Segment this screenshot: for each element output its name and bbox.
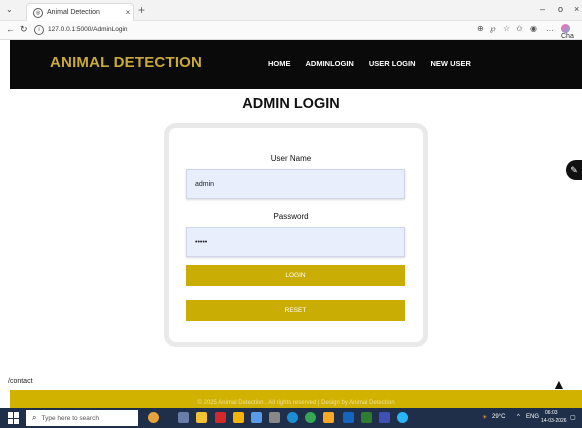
- taskbar-search-placeholder: Type here to search: [41, 414, 99, 422]
- status-bar-url: /contact: [8, 378, 33, 385]
- windows-start-icon[interactable]: [8, 412, 20, 424]
- favorites-bar-icon[interactable]: ✩: [516, 24, 523, 33]
- avatar: [561, 24, 570, 33]
- favorite-icon[interactable]: ☆: [503, 24, 510, 33]
- password-field[interactable]: •••••: [186, 227, 405, 257]
- tab-close-icon[interactable]: ×: [123, 8, 133, 17]
- info-icon[interactable]: i: [34, 24, 44, 35]
- main-nav: HOME ADMINLOGIN USER LOGIN NEW USER: [268, 59, 486, 68]
- settings-icon[interactable]: [269, 412, 280, 423]
- reader-icon[interactable]: ⊕: [477, 24, 484, 33]
- browser-tab[interactable]: ◎ Animal Detection ×: [26, 3, 134, 21]
- more-icon[interactable]: …: [546, 24, 554, 33]
- clock-date[interactable]: 14-03-2026: [541, 418, 567, 424]
- clock-time[interactable]: 06:03: [545, 410, 558, 416]
- language-label[interactable]: ENG: [526, 414, 539, 420]
- page-title: ADMIN LOGIN: [242, 96, 340, 112]
- profile-button[interactable]: Cha: [561, 24, 582, 40]
- back-icon[interactable]: ←: [6, 24, 15, 34]
- reset-button[interactable]: RESET: [186, 300, 405, 321]
- login-button[interactable]: LOGIN: [186, 265, 405, 286]
- browser-tab-bar: ⌄ ◎ Animal Detection × + – o ×: [0, 0, 582, 21]
- taskbar-search[interactable]: ⌕ Type here to search: [26, 410, 138, 426]
- weather-widget-icon[interactable]: [148, 412, 159, 423]
- search-icon: ⌕: [32, 413, 37, 422]
- extension-icon[interactable]: ◉: [530, 24, 537, 33]
- app-icon[interactable]: [379, 412, 390, 423]
- temperature-label: 29°C: [492, 414, 506, 420]
- profile-label: Cha: [561, 33, 574, 40]
- file-explorer-icon[interactable]: [196, 412, 207, 423]
- url-field[interactable]: i 127.0.0.1:5000/AdminLogin: [34, 23, 414, 36]
- nav-user-login[interactable]: USER LOGIN: [369, 59, 416, 68]
- notification-icon[interactable]: ▢: [570, 414, 576, 421]
- nav-adminlogin[interactable]: ADMINLOGIN: [306, 59, 354, 68]
- minimize-button[interactable]: –: [540, 4, 545, 14]
- edit-pencil-icon[interactable]: ✎: [566, 160, 582, 180]
- nav-home[interactable]: HOME: [268, 59, 291, 68]
- weather-icon: ☀: [482, 415, 488, 421]
- excel-icon[interactable]: [361, 412, 372, 423]
- tray-chevron-icon[interactable]: ^: [517, 414, 520, 420]
- tab-list-chevron-icon[interactable]: ⌄: [6, 5, 13, 14]
- app-icon[interactable]: [323, 412, 334, 423]
- site-logo[interactable]: ANIMAL DETECTION: [50, 54, 202, 71]
- footer-copyright: © 2025 Animal Detection . All rights res…: [197, 400, 395, 406]
- app-icon[interactable]: [397, 412, 408, 423]
- windows-taskbar: ⌕ Type here to search ☀ 29°C ^ ENG 06:03…: [0, 408, 582, 428]
- username-label: User Name: [270, 154, 312, 163]
- site-header: ANIMAL DETECTION HOME ADMINLOGIN USER LO…: [10, 40, 582, 89]
- tab-title: Animal Detection: [47, 9, 100, 16]
- chrome-icon[interactable]: [305, 412, 316, 423]
- maximize-button[interactable]: o: [558, 4, 563, 14]
- nav-new-user[interactable]: NEW USER: [431, 59, 471, 68]
- read-aloud-icon[interactable]: ℘: [490, 24, 496, 33]
- password-label: Password: [273, 212, 309, 221]
- close-window-button[interactable]: ×: [574, 4, 579, 14]
- globe-icon: ◎: [33, 7, 43, 18]
- url-text: 127.0.0.1:5000/AdminLogin: [48, 26, 128, 33]
- username-field[interactable]: admin: [186, 169, 405, 199]
- refresh-icon[interactable]: ↻: [20, 24, 28, 35]
- youtube-app-icon[interactable]: [215, 412, 226, 423]
- app-icon[interactable]: [233, 412, 244, 423]
- address-bar-row: ← ↻ i 127.0.0.1:5000/AdminLogin ⊕ ℘ ☆ ✩ …: [0, 21, 582, 40]
- edge-browser-icon[interactable]: [287, 412, 298, 423]
- app-icon[interactable]: [251, 412, 262, 423]
- new-tab-button[interactable]: +: [138, 3, 145, 17]
- scroll-to-top-icon[interactable]: ▲: [552, 376, 566, 392]
- word-icon[interactable]: [343, 412, 354, 423]
- task-view-icon[interactable]: [178, 412, 189, 423]
- site-footer: © 2025 Animal Detection . All rights res…: [10, 390, 582, 408]
